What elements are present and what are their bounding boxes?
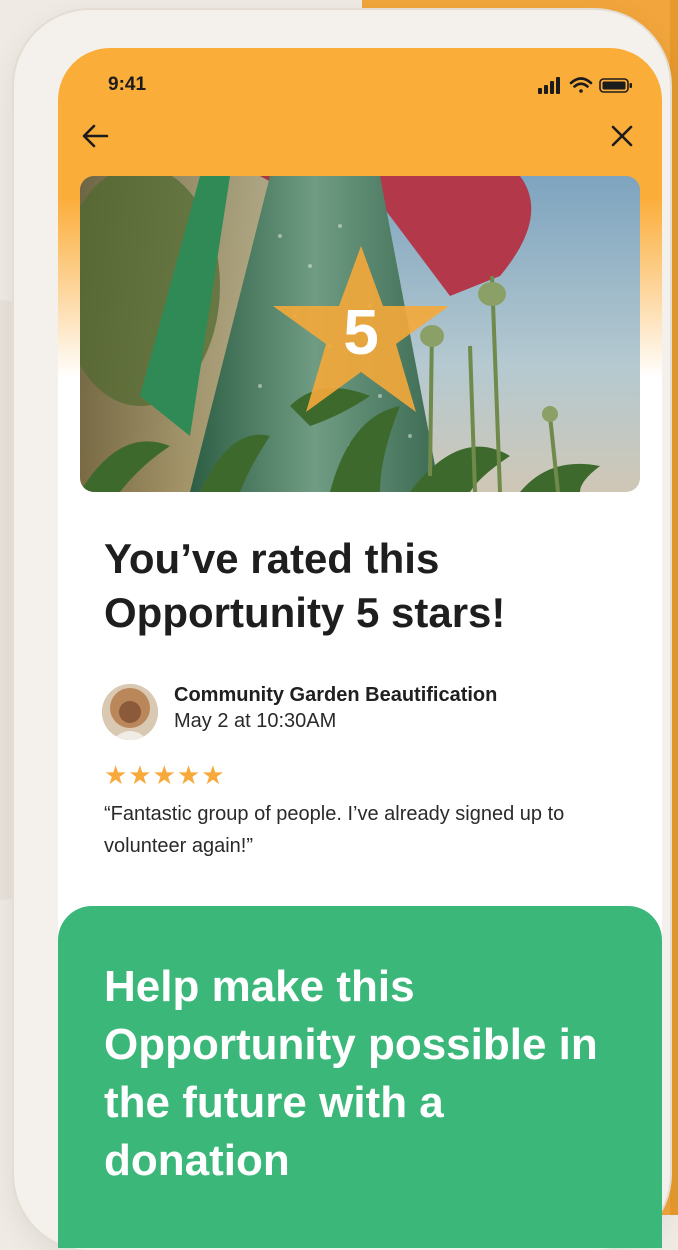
battery-icon [599, 78, 632, 93]
user-avatar-image [102, 684, 158, 740]
status-icons [538, 74, 636, 96]
arrow-left-icon [82, 124, 109, 148]
confirmation-title: You’ve rated this Opportunity 5 stars! [104, 535, 506, 636]
close-icon [611, 125, 633, 147]
status-time: 9:41 [108, 74, 147, 95]
cellular-signal-icon [538, 77, 560, 94]
background-orange-edge [670, 0, 678, 1215]
rating-star-badge: 5 [269, 242, 453, 420]
review-date: May 2 at 10:30AM [174, 710, 337, 732]
app-screen: 9:41 5 You’ve rated this Opportunity 5 s… [58, 48, 662, 1248]
avatar [102, 684, 158, 740]
review-header: Community Garden Beautification May 2 at… [102, 682, 622, 742]
opportunity-name[interactable]: Community Garden Beautification [174, 684, 497, 707]
rating-number: 5 [343, 296, 379, 368]
close-button[interactable] [608, 122, 636, 150]
review-quote: “Fantastic group of people. I’ve already… [104, 803, 565, 857]
donation-prompt: Help make this Opportunity possible in t… [104, 962, 598, 1185]
wifi-icon [569, 77, 593, 93]
back-button[interactable] [80, 122, 112, 150]
donation-card[interactable]: Help make this Opportunity possible in t… [58, 906, 662, 1248]
rating-stars: ★★★★★ [104, 760, 226, 790]
phone-frame: 9:41 5 You’ve rated this Opportunity 5 s… [14, 10, 670, 1250]
hero-image: 5 [80, 176, 640, 492]
